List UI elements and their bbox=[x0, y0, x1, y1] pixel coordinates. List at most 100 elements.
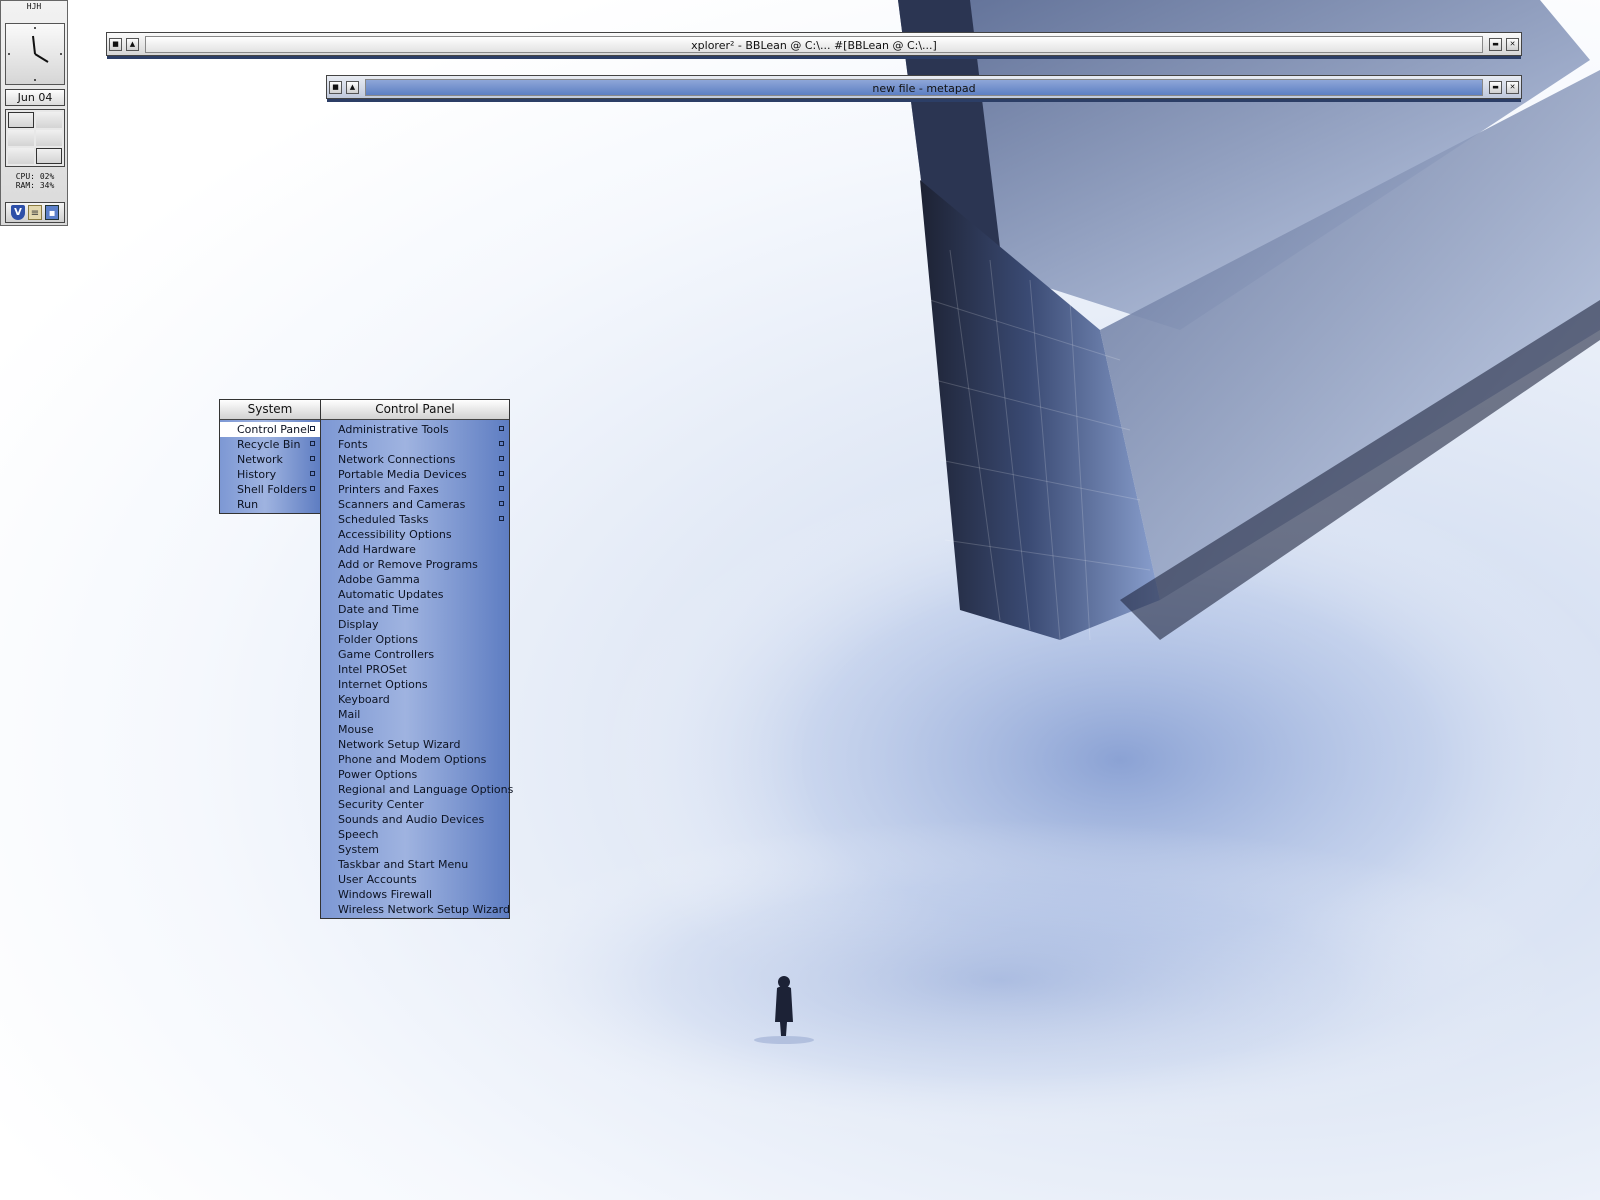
menu-item-label: Shell Folders bbox=[237, 483, 308, 496]
system-monitor: CPU: 02% RAM: 34% bbox=[5, 172, 65, 194]
window-title[interactable]: new file - metapad bbox=[365, 78, 1483, 96]
shield-icon[interactable]: V bbox=[11, 205, 25, 220]
menu-item-label: Mouse bbox=[338, 723, 374, 736]
menu-item-label: Run bbox=[237, 498, 259, 511]
shade-icon[interactable]: ▲ bbox=[346, 80, 359, 94]
menu-item-label: Intel PROSet bbox=[338, 663, 407, 676]
menu-item[interactable]: Regional and Language Options bbox=[321, 782, 513, 797]
system-menu: System Control Panel Recycle Bin Network Hi… bbox=[219, 399, 321, 514]
workspace-1[interactable] bbox=[8, 112, 34, 128]
menu-item[interactable]: Intel PROSet bbox=[321, 662, 509, 677]
menu-item[interactable]: Windows Firewall bbox=[321, 887, 509, 902]
window-title[interactable]: xplorer² - BBLean @ C:\... #[BBLean @ C:… bbox=[145, 35, 1483, 53]
menu-item[interactable]: Recycle Bin bbox=[220, 437, 320, 452]
submenu-arrow-icon bbox=[310, 441, 315, 446]
submenu-arrow-icon bbox=[310, 486, 315, 491]
menu-item[interactable]: User Accounts bbox=[321, 872, 509, 887]
menu-item-label: Network Setup Wizard bbox=[338, 738, 461, 751]
menu-item[interactable]: Add or Remove Programs bbox=[321, 557, 509, 572]
workspace-6[interactable] bbox=[36, 148, 62, 164]
submenu-arrow-icon bbox=[499, 441, 504, 446]
menu-item[interactable]: Internet Options bbox=[321, 677, 509, 692]
menu-item-label: Security Center bbox=[338, 798, 424, 811]
menu-item[interactable]: Automatic Updates bbox=[321, 587, 509, 602]
menu-item[interactable]: Folder Options bbox=[321, 632, 509, 647]
shade-icon[interactable]: ▲ bbox=[126, 37, 139, 51]
network-icon[interactable]: ▪ bbox=[45, 205, 59, 220]
menu-item-label: Speech bbox=[338, 828, 379, 841]
menu-item[interactable]: Phone and Modem Options bbox=[321, 752, 509, 767]
menu-item[interactable]: Taskbar and Start Menu bbox=[321, 857, 509, 872]
menu-items: Control Panel Recycle Bin Network History Sh… bbox=[220, 420, 320, 513]
control-panel-menu: Control Panel Administrative Tools Fonts N… bbox=[320, 399, 513, 919]
menu-item-label: User Accounts bbox=[338, 873, 417, 886]
menu-item[interactable]: Sounds and Audio Devices bbox=[321, 812, 509, 827]
submenu-arrow-icon bbox=[499, 426, 504, 431]
menu-item-label: Sounds and Audio Devices bbox=[338, 813, 485, 826]
close-icon[interactable]: ✕ bbox=[1506, 37, 1519, 51]
menu-item[interactable]: Add Hardware bbox=[321, 542, 509, 557]
menu-item[interactable]: Date and Time bbox=[321, 602, 509, 617]
menu-item[interactable]: Display bbox=[321, 617, 509, 632]
menu-item-label: Date and Time bbox=[338, 603, 419, 616]
menu-item[interactable]: Keyboard bbox=[321, 692, 509, 707]
workspace-2[interactable] bbox=[36, 112, 62, 128]
menu-item-label: Power Options bbox=[338, 768, 418, 781]
sticky-icon[interactable]: ■ bbox=[109, 37, 122, 51]
menu-item[interactable]: System bbox=[321, 842, 509, 857]
window-metapad[interactable]: ■ ▲ new file - metapad ▬ ✕ bbox=[326, 75, 1522, 102]
clock-face-icon bbox=[8, 27, 62, 81]
menu-item-label: System bbox=[338, 843, 380, 856]
menu-item[interactable]: History bbox=[220, 467, 320, 482]
menu-item-label: Adobe Gamma bbox=[338, 573, 420, 586]
menu-item[interactable]: Scanners and Cameras bbox=[321, 497, 509, 512]
menu-item[interactable]: Network Setup Wizard bbox=[321, 737, 509, 752]
menu-item[interactable]: Fonts bbox=[321, 437, 509, 452]
menu-item-label: Fonts bbox=[338, 438, 368, 451]
window-xplorer[interactable]: ■ ▲ xplorer² - BBLean @ C:\... #[BBLean … bbox=[106, 32, 1522, 59]
menu-item[interactable]: Game Controllers bbox=[321, 647, 509, 662]
submenu-arrow-icon bbox=[499, 471, 504, 476]
menu-item[interactable]: Run bbox=[220, 497, 320, 512]
menu-item[interactable]: Shell Folders bbox=[220, 482, 320, 497]
menu-item-label: Portable Media Devices bbox=[338, 468, 467, 481]
sticky-icon[interactable]: ■ bbox=[329, 80, 342, 94]
submenu-arrow-icon bbox=[499, 486, 504, 491]
menu-title[interactable]: System bbox=[220, 400, 320, 420]
slit-toolbar: HJH Jun 04 CPU: 02% RAM: 34% V ≡ ▪ bbox=[0, 0, 68, 226]
minimize-icon[interactable]: ▬ bbox=[1489, 80, 1502, 94]
menu-item[interactable]: Mouse bbox=[321, 722, 509, 737]
menu-item[interactable]: Accessibility Options bbox=[321, 527, 509, 542]
menu-item-label: Scanners and Cameras bbox=[338, 498, 466, 511]
menu-item[interactable]: Adobe Gamma bbox=[321, 572, 509, 587]
menu-item[interactable]: Security Center bbox=[321, 797, 509, 812]
menu-title[interactable]: Control Panel bbox=[321, 400, 509, 420]
analog-clock[interactable] bbox=[5, 23, 65, 85]
menu-item[interactable]: Wireless Network Setup Wizard bbox=[321, 902, 510, 917]
workspace-pager[interactable] bbox=[5, 109, 65, 167]
slit-label: HJH bbox=[26, 2, 42, 11]
menu-item[interactable]: Power Options bbox=[321, 767, 509, 782]
menu-item[interactable]: Printers and Faxes bbox=[321, 482, 509, 497]
ram-usage: RAM: 34% bbox=[15, 181, 55, 190]
menu-item[interactable]: Administrative Tools bbox=[321, 422, 509, 437]
close-icon[interactable]: ✕ bbox=[1506, 80, 1519, 94]
menu-item[interactable]: Mail bbox=[321, 707, 509, 722]
submenu-arrow-icon bbox=[499, 501, 504, 506]
menu-item[interactable]: Speech bbox=[321, 827, 509, 842]
clipboard-icon[interactable]: ≡ bbox=[28, 205, 42, 220]
workspace-3[interactable] bbox=[8, 130, 34, 146]
workspace-5[interactable] bbox=[8, 148, 34, 164]
submenu-arrow-icon bbox=[499, 456, 504, 461]
menu-item[interactable]: Scheduled Tasks bbox=[321, 512, 509, 527]
menu-item[interactable]: Network bbox=[220, 452, 320, 467]
menu-item-label: Taskbar and Start Menu bbox=[338, 858, 469, 871]
menu-item[interactable]: Network Connections bbox=[321, 452, 509, 467]
menu-item[interactable]: Control Panel bbox=[220, 422, 320, 437]
menu-item-label: Network Connections bbox=[338, 453, 456, 466]
menu-item-label: Automatic Updates bbox=[338, 588, 444, 601]
workspace-4[interactable] bbox=[36, 130, 62, 146]
menu-item[interactable]: Portable Media Devices bbox=[321, 467, 509, 482]
window-frame bbox=[327, 99, 1521, 102]
minimize-icon[interactable]: ▬ bbox=[1489, 37, 1502, 51]
